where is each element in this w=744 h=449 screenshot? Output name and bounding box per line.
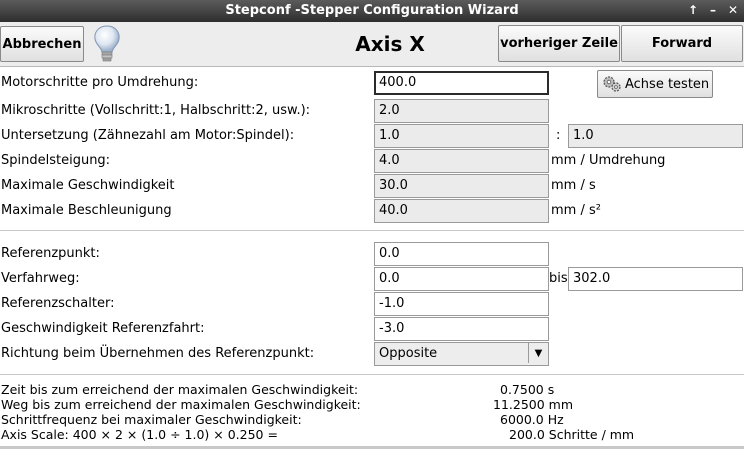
acceleration-unit: mm / s² [551, 203, 601, 218]
travel-min-input[interactable]: 0.0 [374, 267, 549, 291]
section-divider [0, 230, 744, 231]
home-direction-select[interactable]: Opposite [374, 342, 549, 366]
velocity-unit: mm / s [551, 178, 596, 193]
close-icon[interactable]: ✕ [726, 3, 740, 17]
step-rate-label: Schrittfrequenz bei maximaler Geschwindi… [1, 412, 302, 427]
cancel-button[interactable]: Abbrechen [0, 26, 84, 62]
accel-time-value: 0.7500 s [500, 382, 555, 397]
chevron-down-icon[interactable]: ▼ [528, 343, 548, 363]
microsteps-input[interactable]: 2.0 [374, 99, 549, 123]
page-title: Axis X [355, 32, 425, 56]
home-position-input[interactable]: 0.0 [374, 242, 549, 266]
max-acceleration-input[interactable]: 40.0 [374, 199, 549, 223]
pitch-unit: mm / Umdrehung [551, 153, 666, 168]
max-acceleration-label: Maximale Beschleunigung [1, 203, 172, 218]
travel-label: Verfahrweg: [1, 271, 80, 286]
test-axis-label: Achse testen [625, 76, 710, 92]
travel-to-label: bis [549, 271, 568, 286]
window-titlebar: Stepconf -Stepper Configuration Wizard ↑… [0, 0, 744, 22]
gear-ratio-separator: : [556, 128, 561, 143]
step-rate-value: 6000.0 Hz [500, 412, 564, 427]
max-velocity-label: Maximale Geschwindigkeit [1, 178, 175, 193]
motor-steps-label: Motorschritte pro Umdrehung: [1, 75, 199, 90]
home-switch-input[interactable]: -1.0 [374, 292, 549, 316]
leadscrew-pitch-input[interactable]: 4.0 [374, 149, 549, 173]
accel-distance-value: 11.2500 mm [493, 397, 574, 412]
home-speed-label: Geschwindigkeit Referenzfahrt: [1, 321, 205, 336]
home-position-label: Referenzpunkt: [1, 246, 100, 261]
home-direction-label: Richtung beim Übernehmen des Referenzpun… [1, 346, 315, 361]
test-axis-button[interactable]: Achse testen [597, 70, 713, 98]
accel-time-label: Zeit bis zum erreichend der maximalen Ge… [1, 382, 359, 397]
gear-ratio-label: Untersetzung (Zähnezahl am Motor:Spindel… [1, 128, 295, 143]
accel-distance-label: Weg bis zum erreichend der maximalen Ges… [1, 397, 361, 412]
previous-button[interactable]: vorheriger Zeile [498, 25, 620, 62]
gear-spindle-input[interactable]: 1.0 [568, 124, 743, 148]
gears-icon [603, 76, 621, 92]
motor-steps-input[interactable]: 400.0 [374, 71, 549, 95]
keep-above-icon[interactable]: ↑ [686, 3, 700, 17]
gear-motor-input[interactable]: 1.0 [374, 124, 549, 148]
home-switch-label: Referenzschalter: [1, 296, 115, 311]
lightbulb-icon [94, 25, 120, 62]
leadscrew-pitch-label: Spindelsteigung: [1, 153, 111, 168]
max-velocity-input[interactable]: 30.0 [374, 174, 549, 198]
microsteps-label: Mikroschritte (Vollschritt:1, Halbschrit… [1, 103, 311, 118]
wizard-toolbar: Abbrechen Axis X vorheriger Zeile Forwar… [0, 22, 744, 67]
window-title: Stepconf -Stepper Configuration Wizard [225, 3, 519, 18]
home-speed-input[interactable]: -3.0 [374, 317, 549, 341]
section-divider [0, 374, 744, 375]
minimize-icon[interactable]: – [706, 3, 720, 17]
travel-max-input[interactable]: 302.0 [568, 267, 743, 291]
axis-scale-label: Axis Scale: 400 × 2 × (1.0 ÷ 1.0) × 0.25… [1, 427, 278, 442]
axis-scale-value: 200.0 Schritte / mm [509, 427, 635, 442]
forward-button[interactable]: Forward [621, 25, 743, 62]
